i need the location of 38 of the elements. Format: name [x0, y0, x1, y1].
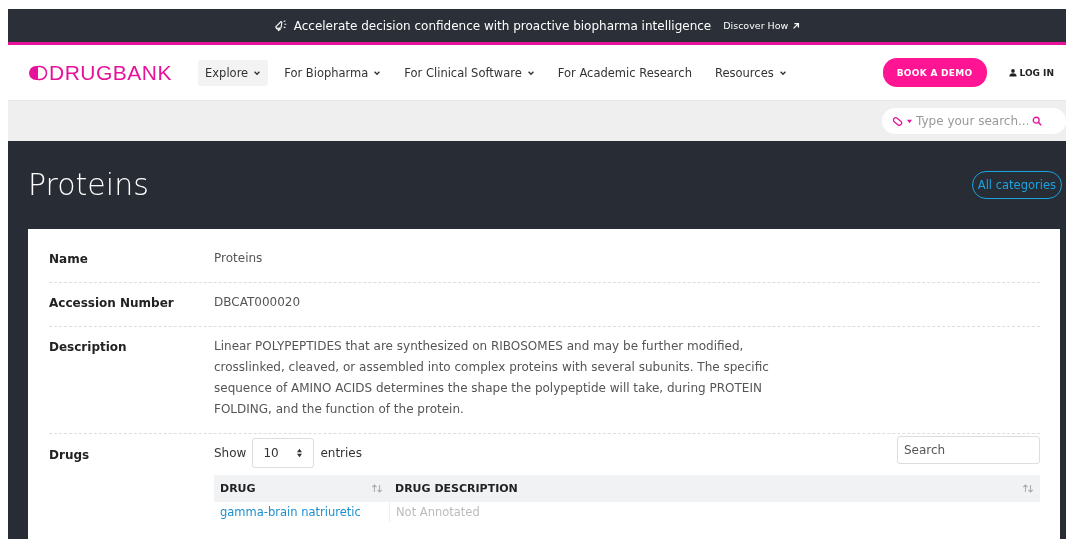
announcement-text: Accelerate decision confidence with proactive biopharma intelligence	[293, 18, 712, 33]
book-demo-button[interactable]: BOOK A DEMO	[882, 58, 987, 87]
discover-link[interactable]: Discover How	[723, 20, 801, 31]
sort-icon	[371, 484, 383, 493]
login-link[interactable]: LOG IN	[1008, 67, 1054, 78]
field-label: Accession Number	[49, 296, 175, 312]
pill-icon	[892, 115, 903, 127]
table-search-field[interactable]: Search	[897, 436, 1040, 464]
search-bar[interactable]: Type your search...	[882, 108, 1066, 134]
nav-item[interactable]: Resources	[707, 59, 794, 86]
field-value: Proteins	[214, 250, 263, 267]
caret-icon	[907, 118, 912, 124]
pill-icon	[28, 64, 48, 81]
field-label: Description	[49, 340, 128, 356]
drug-link[interactable]: gamma-brain natriuretic	[220, 505, 361, 519]
page-size-select[interactable]: 10	[252, 438, 315, 468]
show-label: Show	[214, 446, 247, 460]
arrow-icon	[792, 21, 801, 30]
page-title: Proteins	[28, 166, 149, 202]
nav-item[interactable]: For Clinical Software	[397, 59, 542, 86]
megaphone-icon	[273, 18, 288, 33]
column-header[interactable]: DRUG	[214, 475, 389, 502]
nav-item[interactable]: For Academic Research	[550, 59, 699, 86]
field-value: DBCAT000020	[214, 294, 301, 311]
logo-text: DRUGBANK	[49, 60, 173, 85]
table-cell-text: Not Annotated	[395, 504, 481, 521]
search-icon[interactable]	[1032, 116, 1042, 126]
field-label: Drugs	[49, 448, 91, 464]
column-header[interactable]: DRUG DESCRIPTION	[389, 475, 1040, 502]
sort-arrows-icon	[296, 448, 304, 458]
entries-label: entries	[320, 446, 362, 460]
user-icon	[1008, 68, 1017, 77]
field-value: Linear POLYPEPTIDES that are synthesized on RIBOSOMES and may be further modified, crosslinked, cleaved, or assembled into complex proteins with several subunits. The specific sequence of AMINO ACIDS determines the shape the polypeptide will take, during PROTEIN FOLDING, and the function of the protein.	[214, 338, 770, 418]
field-label: Name	[49, 252, 89, 268]
nav-item[interactable]: Explore	[198, 59, 269, 86]
nav-item[interactable]: For Biopharma	[277, 59, 389, 86]
sort-icon	[1022, 484, 1034, 493]
search-field[interactable]: Type your search...	[916, 114, 1028, 128]
